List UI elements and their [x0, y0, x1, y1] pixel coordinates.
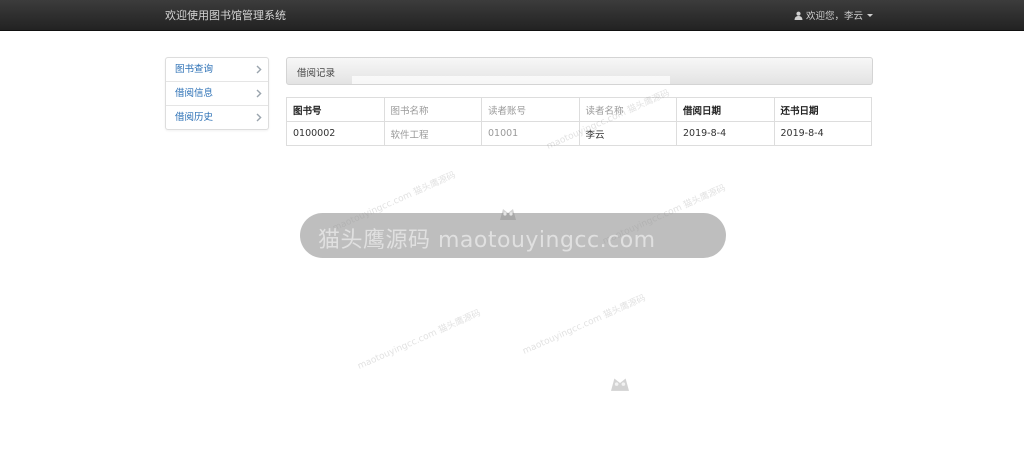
navbar-brand[interactable]: 欢迎使用图书馆管理系统	[165, 7, 286, 23]
borrow-records-table-wrapper: 图书号 图书名称 读者账号 读者名称 借阅日期 还书日期 0100002 软件工…	[286, 97, 872, 146]
user-icon	[794, 11, 803, 20]
sidebar-item-label: 图书查询	[175, 64, 214, 75]
cell-return-date: 2019-8-4	[773, 121, 872, 146]
sidebar-item-label: 借阅信息	[175, 88, 214, 99]
chevron-right-icon	[256, 89, 262, 98]
cell-book-id: 0100002	[286, 121, 385, 146]
column-header-reader-account: 读者账号	[481, 97, 580, 122]
sidebar-item-book-search[interactable]: 图书查询	[166, 58, 268, 82]
chevron-right-icon	[256, 113, 262, 122]
column-header-return-date: 还书日期	[773, 97, 872, 122]
sidebar-item-label: 借阅历史	[175, 112, 214, 123]
table-header-row: 图书号 图书名称 读者账号 读者名称 借阅日期 还书日期	[286, 97, 872, 122]
table-row: 0100002 软件工程 01001 李云 2019-8-4 2019-8-4	[286, 121, 872, 146]
top-navbar: 欢迎使用图书馆管理系统 欢迎您，李云	[0, 0, 1024, 31]
sidebar-item-borrow-info[interactable]: 借阅信息	[166, 82, 268, 106]
cell-borrow-date: 2019-8-4	[676, 121, 775, 146]
watermark-banner-text: 猫头鹰源码 maotouyingcc.com	[318, 228, 656, 253]
owl-logo-watermark-icon	[611, 378, 629, 391]
borrow-records-table: 图书号 图书名称 读者账号 读者名称 借阅日期 还书日期 0100002 软件工…	[286, 97, 872, 146]
cell-reader-account: 01001	[481, 121, 580, 146]
watermark-text: maotouyingcc.com 猫头鹰源码	[601, 183, 728, 247]
watermark-banner	[300, 213, 726, 258]
panel-title: 借阅记录	[297, 68, 336, 79]
watermark-text: maotouyingcc.com 猫头鹰源码	[356, 308, 483, 372]
sidebar-item-borrow-history[interactable]: 借阅历史	[166, 106, 268, 129]
sidebar-menu: 图书查询 借阅信息 借阅历史	[165, 57, 269, 130]
watermark-text: maotouyingcc.com 猫头鹰源码	[521, 293, 648, 357]
column-header-book-id: 图书号	[286, 97, 385, 122]
user-greeting: 欢迎您，李云	[805, 11, 863, 22]
caret-down-icon	[867, 13, 873, 17]
cell-reader-name: 李云	[578, 121, 677, 146]
watermark-text: maotouyingcc.com 猫头鹰源码	[331, 170, 458, 234]
user-menu-dropdown[interactable]: 欢迎您，李云	[794, 8, 873, 22]
cell-book-name: 软件工程	[383, 121, 482, 146]
borrow-records-panel-header: 借阅记录	[286, 57, 873, 85]
owl-logo-watermark-icon	[500, 209, 516, 220]
chevron-right-icon	[256, 65, 262, 74]
column-header-reader-name: 读者名称	[578, 97, 677, 122]
column-header-borrow-date: 借阅日期	[676, 97, 775, 122]
column-header-book-name: 图书名称	[383, 97, 482, 122]
